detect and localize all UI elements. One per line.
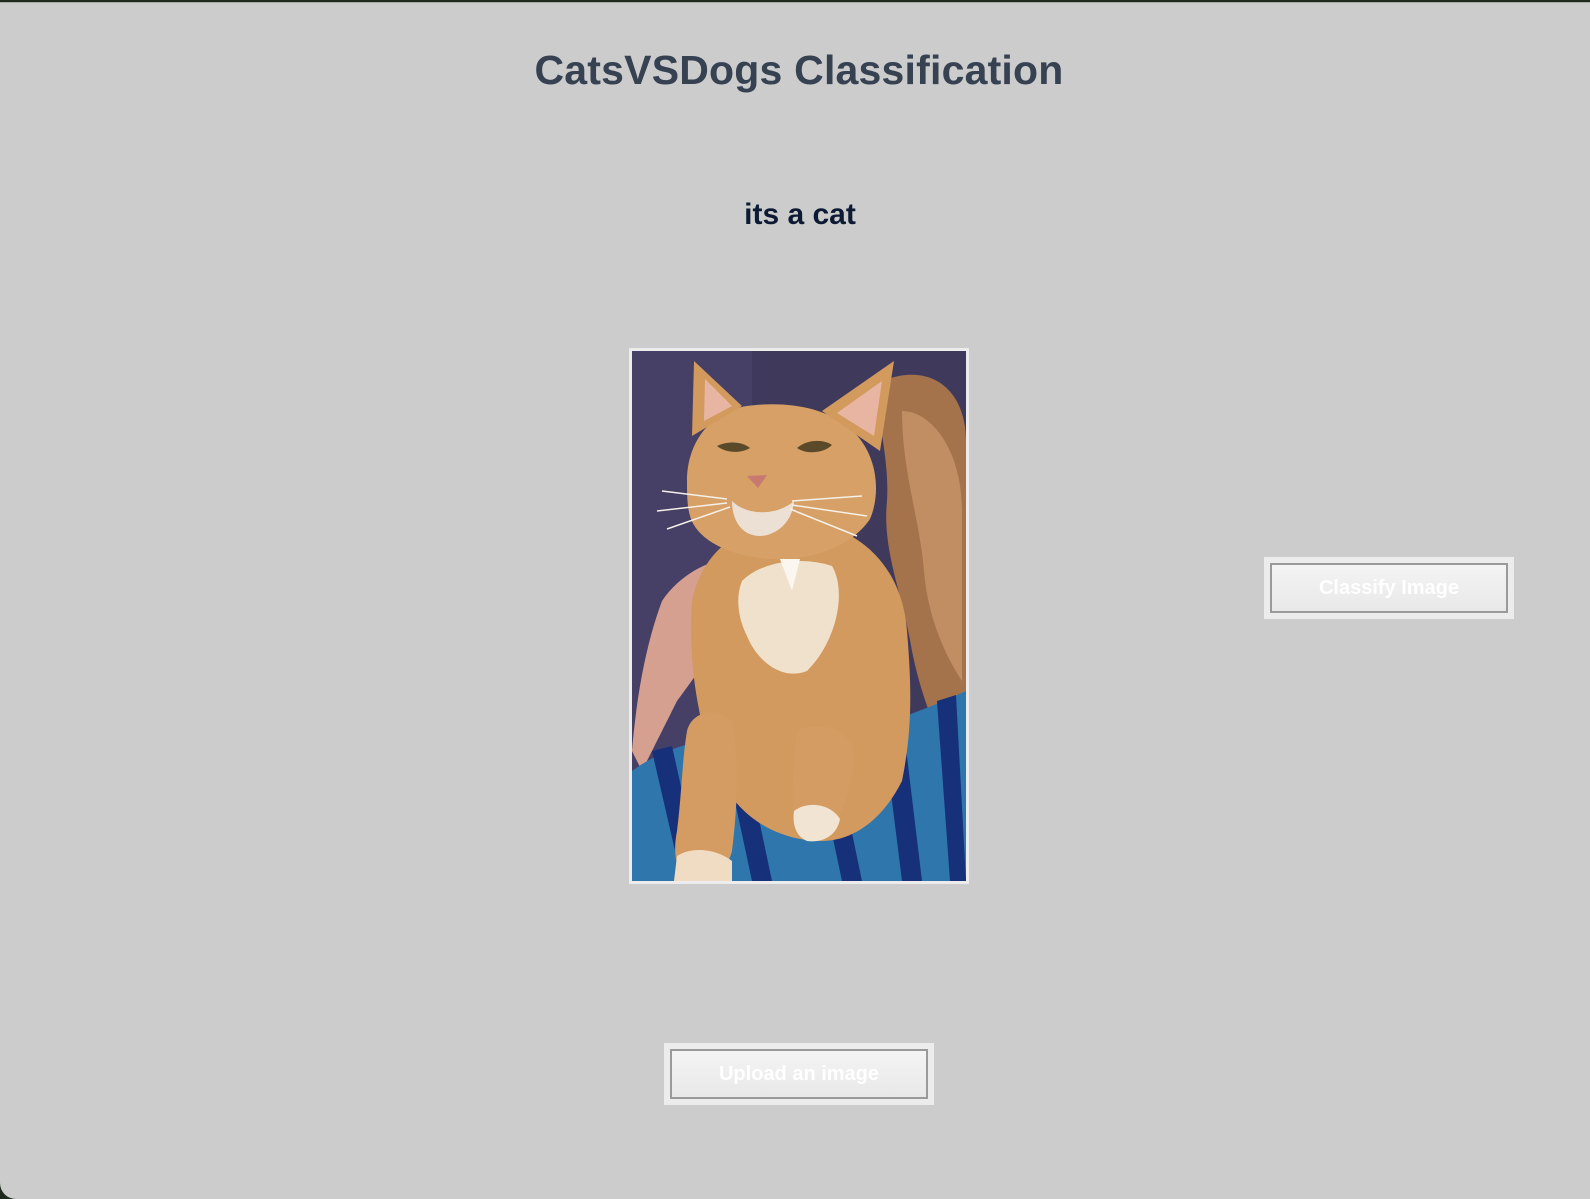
classification-result: its a cat <box>744 198 856 231</box>
uploaded-image <box>629 348 969 884</box>
cat-photo <box>632 351 966 881</box>
upload-image-label: Upload an image <box>670 1049 928 1099</box>
classify-image-button[interactable]: Classify Image <box>1264 557 1514 619</box>
classify-image-label: Classify Image <box>1270 563 1508 613</box>
app-window: CatsVSDogs Classification its a cat Clas… <box>0 2 1590 1199</box>
app-title: CatsVSDogs Classification <box>534 47 1064 93</box>
upload-image-button[interactable]: Upload an image <box>664 1043 934 1105</box>
